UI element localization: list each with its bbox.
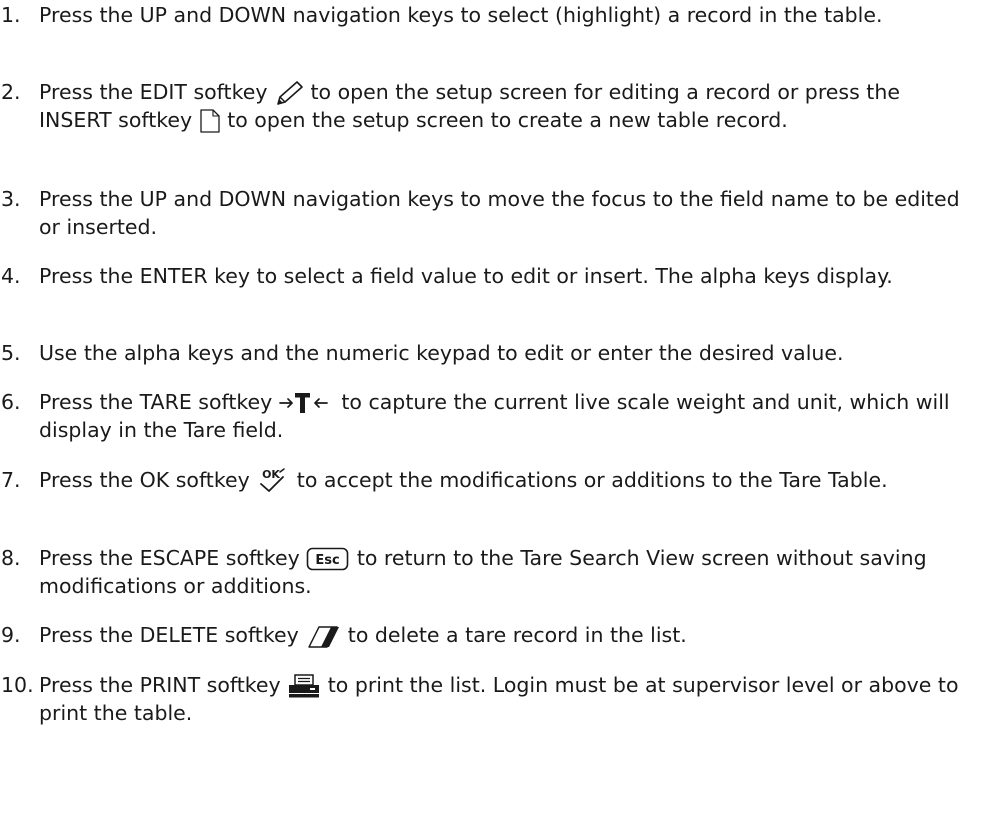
step-number: 1. [1, 3, 21, 27]
escape-key-icon: Esc [306, 546, 350, 572]
step-text-part: Press the ENTER key to select a field va… [39, 264, 893, 288]
printer-icon [287, 673, 321, 699]
step-number: 7. [1, 468, 21, 492]
step-text-part: Press the PRINT softkey [39, 673, 281, 697]
step-text: Press the UP and DOWN navigation keys to… [39, 185, 974, 241]
step-text-part: Use the alpha keys and the numeric keypa… [39, 341, 844, 365]
step-text: Use the alpha keys and the numeric keypa… [39, 339, 974, 367]
step-text: Press the ESCAPE softkey Esc to return t… [39, 544, 974, 600]
step-number: 6. [1, 390, 21, 414]
step-text: Press the DELETE softkey to delete a tar… [39, 621, 974, 649]
ok-check-icon: OK [256, 468, 290, 494]
step-number: 8. [1, 546, 21, 570]
step-text: Press the EDIT softkey to open the setup… [39, 78, 974, 134]
step-number: 4. [1, 264, 21, 288]
step-text-part: Press the UP and DOWN navigation keys to… [39, 3, 883, 27]
step-number: 2. [1, 80, 21, 104]
step-number: 3. [1, 187, 21, 211]
step-text-part: Press the DELETE softkey [39, 623, 299, 647]
step-number: 10. [1, 673, 34, 697]
step-text: Press the ENTER key to select a field va… [39, 262, 974, 290]
step-text-part: Press the ESCAPE softkey [39, 546, 300, 570]
eraser-icon [305, 623, 341, 649]
step-number: 9. [1, 623, 21, 647]
pencil-icon [274, 80, 304, 106]
step-text: Press the OK softkey OK to accept the mo… [39, 466, 974, 494]
step-text: Press the UP and DOWN navigation keys to… [39, 1, 974, 29]
step-text-part: Press the OK softkey [39, 468, 250, 492]
step-number: 5. [1, 341, 21, 365]
ok-icon-label: OK [262, 468, 280, 481]
tare-icon [278, 391, 335, 415]
step-text-part: Press the TARE softkey [39, 390, 273, 414]
blank-page-icon [199, 108, 221, 134]
step-text-part: Press the EDIT softkey [39, 80, 268, 104]
instruction-document: 1. Press the UP and DOWN navigation keys… [0, 0, 982, 829]
step-text-part: Press the UP and DOWN navigation keys to… [39, 187, 960, 239]
step-text: Press the PRINT softkey to print the lis… [39, 671, 974, 727]
step-text-part: to accept the modifications or additions… [296, 468, 888, 492]
escape-icon-label: Esc [316, 553, 340, 568]
step-text-part: to open the setup screen to create a new… [227, 108, 788, 132]
step-text: Press the TARE softkey to capture the cu… [39, 388, 974, 444]
step-text-part: to delete a tare record in the list. [347, 623, 687, 647]
